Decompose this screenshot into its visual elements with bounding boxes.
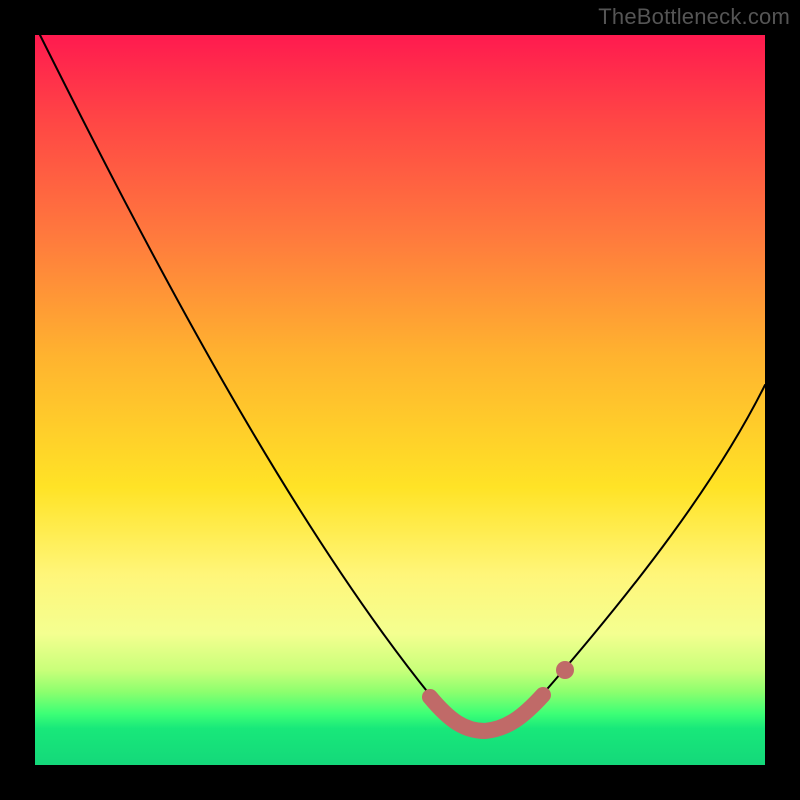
plot-area bbox=[35, 35, 765, 765]
chart-frame: TheBottleneck.com bbox=[0, 0, 800, 800]
watermark-label: TheBottleneck.com bbox=[598, 4, 790, 30]
optimal-zone-band bbox=[430, 695, 543, 731]
bottleneck-curve-path bbox=[40, 35, 765, 730]
bottleneck-curve bbox=[35, 35, 765, 765]
marker-dot bbox=[556, 661, 574, 679]
